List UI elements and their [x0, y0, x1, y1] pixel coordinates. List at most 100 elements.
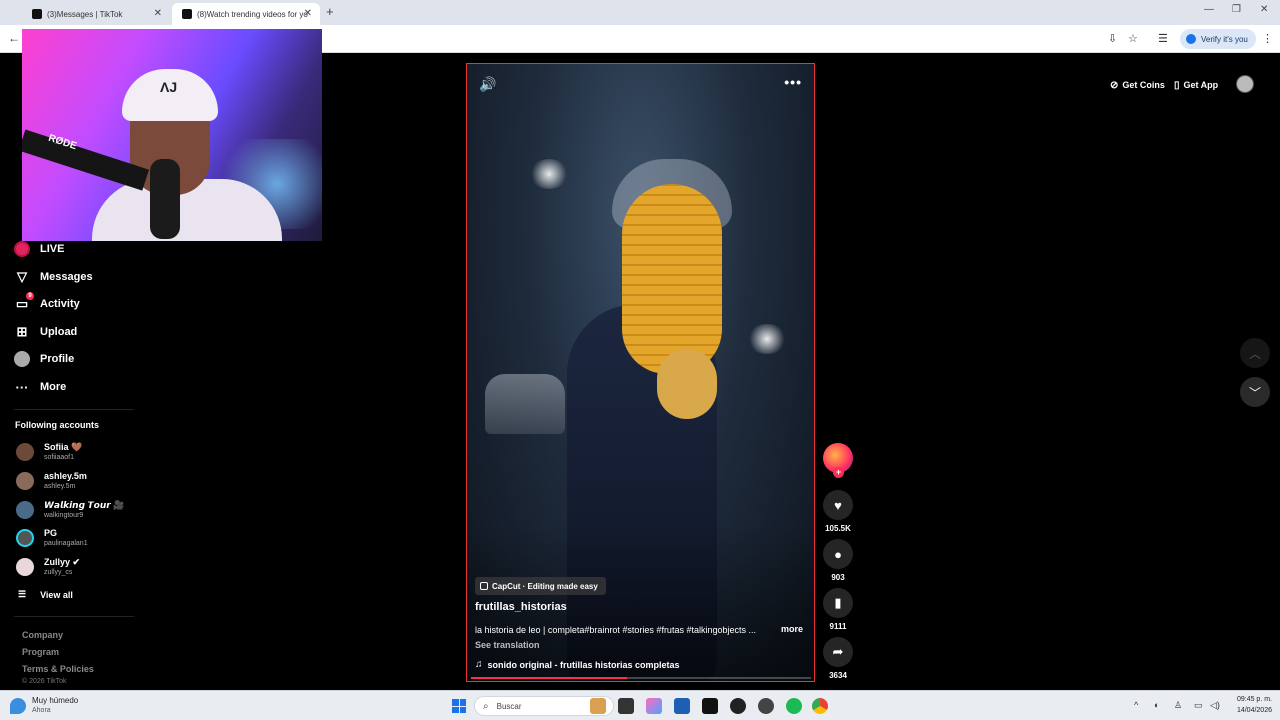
tab-title: (3)Messages | TikTok — [47, 9, 123, 19]
more-dots-icon: ··· — [15, 379, 29, 395]
copilot-icon[interactable] — [646, 698, 662, 714]
following-account[interactable]: PG paulinagalan1 — [16, 528, 88, 548]
account-handle: walkingtour9 — [44, 512, 84, 519]
following-account[interactable]: 𝙒𝙖𝙡𝙠𝙞𝙣𝙜 𝙏𝙤𝙪𝙧 🎥 walkingtour9 — [16, 500, 124, 520]
video-player[interactable]: 🔊 ••• CapCut · Editing made easy frutill… — [466, 63, 815, 682]
profile-avatar-icon — [14, 351, 30, 367]
wifi-icon[interactable]: ▭ — [1194, 700, 1203, 711]
chrome-icon[interactable] — [812, 698, 828, 714]
view-all-label: View all — [40, 589, 73, 600]
verify-button[interactable]: Verify it's you — [1180, 29, 1256, 49]
account-handle: zullyy_cs — [44, 569, 73, 576]
following-account[interactable]: ashley.5m ashley.5m — [16, 471, 87, 491]
street-light — [747, 324, 787, 354]
like-count: 105.5K — [825, 524, 851, 533]
clock-date: 14/04/2026 — [1236, 707, 1272, 714]
street-light — [529, 159, 569, 189]
webcam-overlay: ΛJ RØDE — [22, 29, 322, 241]
obs-icon[interactable] — [730, 698, 746, 714]
tab-messages[interactable]: (3)Messages | TikTok ✕ — [22, 3, 170, 25]
more-options-icon[interactable]: ••• — [784, 74, 802, 90]
weather-subtitle: Ahora — [32, 707, 51, 714]
follow-plus-icon[interactable]: + — [833, 467, 844, 478]
following-title: Following accounts — [15, 420, 100, 430]
capcut-anchor[interactable]: CapCut · Editing made easy — [475, 577, 606, 595]
see-translation-link[interactable]: See translation — [475, 640, 540, 650]
terminal-icon[interactable] — [702, 698, 718, 714]
new-tab-button[interactable]: + — [326, 4, 334, 19]
music-note-icon: ♫ — [475, 659, 483, 670]
sidebar-item-label: Activity — [40, 298, 80, 310]
minimize-button[interactable]: — — [1204, 4, 1214, 15]
account-name: PG — [44, 528, 58, 538]
install-app-icon[interactable]: ⇩ — [1108, 32, 1117, 45]
sidebar-item-upload[interactable]: ⊞ Upload — [14, 324, 78, 340]
footer-link-program[interactable]: Program — [22, 647, 59, 657]
figure-hand — [657, 349, 717, 419]
video-author[interactable]: frutillas_historias — [475, 601, 567, 613]
spotify-icon[interactable] — [786, 698, 802, 714]
avatar — [16, 558, 34, 576]
user-avatar[interactable] — [1236, 75, 1254, 93]
live-icon — [14, 241, 30, 257]
volume-icon[interactable]: 🔊 — [479, 76, 496, 93]
kebab-menu-icon[interactable]: ⋮ — [1262, 32, 1273, 45]
tab-search-icon[interactable]: ☰ — [1158, 32, 1168, 45]
taskbar-app-icon[interactable] — [590, 698, 606, 714]
footer-link-terms[interactable]: Terms & Policies — [22, 664, 94, 674]
comment-count: 903 — [831, 573, 845, 582]
corn-head — [622, 184, 722, 374]
heart-icon: ♥ — [834, 497, 842, 513]
weather-title: Muy húmedo — [32, 696, 79, 705]
sidebar-item-label: More — [40, 381, 67, 393]
sidebar-item-label: LIVE — [40, 243, 65, 255]
divider — [14, 409, 134, 410]
profile-icon — [1186, 34, 1196, 44]
app-icon[interactable] — [758, 698, 774, 714]
maximize-button[interactable]: ❐ — [1232, 4, 1241, 15]
back-arrow-icon[interactable]: ← — [8, 31, 20, 45]
video-progress-bar[interactable] — [471, 677, 811, 679]
windows-start-icon[interactable] — [452, 699, 466, 713]
search-placeholder: Buscar — [496, 701, 522, 711]
task-view-icon[interactable] — [618, 698, 634, 714]
sidebar-item-label: Messages — [40, 271, 93, 283]
tray-app-icon[interactable]: ◐ — [1154, 700, 1159, 710]
sidebar-item-messages[interactable]: ▽ Messages — [14, 269, 93, 285]
activity-icon: ▭ 9 — [14, 292, 34, 312]
close-window-button[interactable]: ✕ — [1260, 4, 1268, 15]
close-tab-icon[interactable]: ✕ — [304, 8, 312, 19]
speaker-icon[interactable]: ◁) — [1210, 700, 1220, 711]
weather-widget[interactable]: Muy húmedo Ahora — [10, 696, 78, 715]
store-icon[interactable] — [674, 698, 690, 714]
get-coins-button[interactable]: ⊘ Get Coins — [1110, 78, 1165, 92]
chevron-up-icon[interactable]: ^ — [1134, 700, 1138, 710]
account-name: Zullyy ✔ — [44, 557, 81, 567]
microphone-icon[interactable]: ♙ — [1174, 700, 1182, 711]
bookmark-star-icon[interactable]: ☆ — [1128, 32, 1138, 45]
taskbar-clock[interactable]: 09:45 p. m. 14/04/2026 — [1228, 694, 1272, 716]
tab-watch-trending[interactable]: (8)Watch trending videos for yo ✕ — [172, 3, 320, 25]
avatar — [16, 501, 34, 519]
previous-video-button[interactable]: ︿ — [1240, 338, 1270, 368]
save-count: 9111 — [829, 622, 847, 631]
footer-link-company[interactable]: Company — [22, 630, 63, 640]
following-account[interactable]: Zullyy ✔ zullyy_cs — [16, 557, 80, 577]
like-button[interactable]: ♥ — [823, 490, 853, 520]
sidebar-item-more[interactable]: ··· More — [14, 379, 67, 395]
sidebar-item-live[interactable]: LIVE — [14, 241, 64, 257]
comment-button[interactable]: ● — [823, 539, 853, 569]
save-button[interactable]: ▮ — [823, 588, 853, 618]
bookmark-icon: ▮ — [834, 595, 842, 610]
get-app-button[interactable]: ▯ Get App — [1174, 78, 1218, 92]
next-video-button[interactable]: ﹀ — [1240, 377, 1270, 407]
more-link[interactable]: more — [781, 624, 803, 634]
close-tab-icon[interactable]: ✕ — [154, 8, 162, 19]
share-button[interactable]: ➦ — [823, 637, 853, 667]
sidebar-item-activity[interactable]: ▭ 9 Activity — [14, 292, 80, 312]
view-all-link[interactable]: ☰ View all — [18, 589, 73, 600]
sound-link[interactable]: ♫ sonido original - frutillas historias … — [475, 659, 680, 670]
get-coins-label: Get Coins — [1122, 80, 1165, 90]
following-account[interactable]: Sofiia 🤎 sofiiaaof1 — [16, 442, 82, 462]
sidebar-item-profile[interactable]: Profile — [14, 351, 74, 367]
